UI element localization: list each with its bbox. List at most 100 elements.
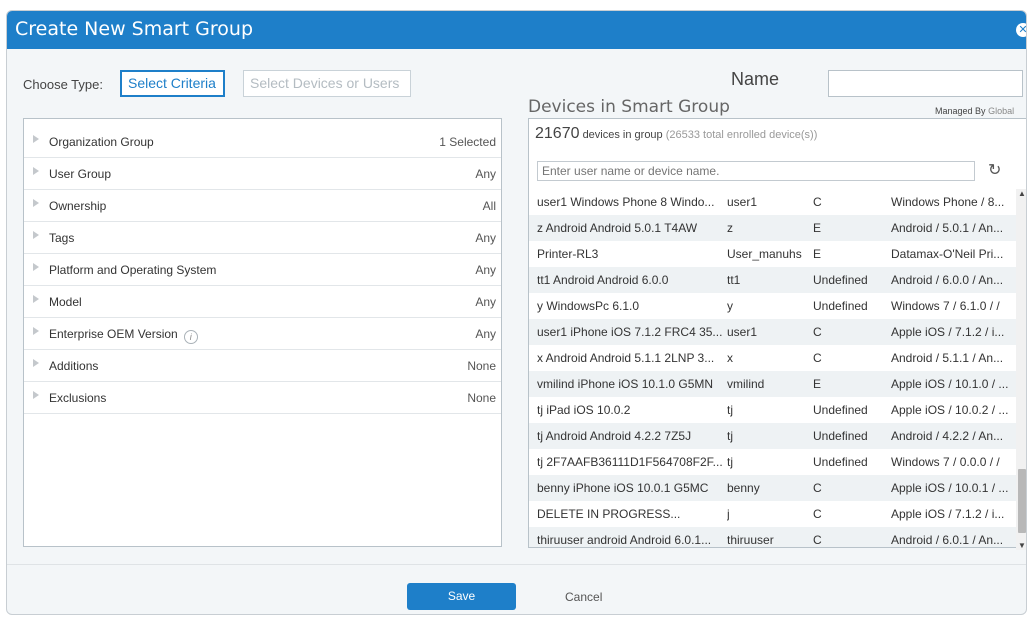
name-input[interactable]: [828, 70, 1023, 97]
total-enrolled-text: (26533 total enrolled device(s)): [665, 129, 818, 141]
criteria-value: 1 Selected: [439, 135, 496, 149]
device-row[interactable]: tt1 Android Android 6.0.0 tt1 Undefined And…: [529, 267, 1019, 293]
criteria-row-platform-os[interactable]: Platform and Operating System Any: [24, 254, 501, 286]
footer-divider: [7, 564, 1026, 565]
device-name: thiruuser android Android 6.0.1...: [537, 533, 712, 547]
device-name: x Android Android 5.1.1 2LNP 3...: [537, 351, 715, 365]
devices-panel-title: Devices in Smart Group: [528, 97, 730, 117]
device-row[interactable]: benny iPhone iOS 10.0.1 G5MC benny C Apple …: [529, 475, 1019, 501]
device-name: tt1 Android Android 6.0.0: [537, 273, 669, 287]
device-name: user1 iPhone iOS 7.1.2 FRC4 35...: [537, 325, 723, 339]
expand-arrow-icon: [33, 295, 39, 303]
device-row[interactable]: z Android Android 5.0.1 T4AW z E Android / …: [529, 215, 1019, 241]
device-list-scrollbar[interactable]: ▲ ▼: [1016, 189, 1026, 550]
device-user: y: [727, 299, 733, 313]
device-row[interactable]: x Android Android 5.1.1 2LNP 3... x C Andro…: [529, 345, 1019, 371]
select-devices-button[interactable]: Select Devices or Users: [243, 70, 411, 97]
criteria-label: Additions: [49, 359, 99, 373]
device-os: Windows Phone / 8...: [891, 195, 1005, 209]
device-row[interactable]: tj 2F7AAFB36111D1F564708F2F... tj Undefine…: [529, 449, 1019, 475]
device-os: Android / 5.1.1 / An...: [891, 351, 1004, 365]
device-row[interactable]: user1 iPhone iOS 7.1.2 FRC4 35... user1 C A…: [529, 319, 1019, 345]
refresh-icon[interactable]: ↻: [988, 160, 1001, 180]
device-os: Android / 6.0.0 / An...: [891, 273, 1004, 287]
device-row[interactable]: thiruuser android Android 6.0.1... thiruu…: [529, 527, 1019, 547]
device-ownership: C: [813, 351, 822, 365]
criteria-value: Any: [475, 231, 496, 245]
device-row[interactable]: tj iPad iOS 10.0.2 tj Undefined Apple iOS /…: [529, 397, 1019, 423]
device-name: user1 Windows Phone 8 Windo...: [537, 195, 715, 209]
device-user: tj: [727, 455, 733, 469]
device-name: tj Android Android 4.2.2 7Z5J: [537, 429, 692, 443]
criteria-value: Any: [475, 295, 496, 309]
criteria-row-additions[interactable]: Additions None: [24, 350, 501, 382]
device-ownership: C: [813, 507, 822, 521]
criteria-label: Model: [49, 295, 82, 309]
device-name: vmilind iPhone iOS 10.1.0 G5MN: [537, 377, 714, 391]
device-ownership: Undefined: [813, 299, 868, 313]
criteria-label: Tags: [49, 231, 75, 245]
criteria-label-text: Enterprise OEM Version: [49, 327, 178, 341]
info-icon[interactable]: i: [183, 330, 198, 344]
criteria-value: Any: [475, 167, 496, 181]
scroll-thumb[interactable]: [1018, 469, 1026, 533]
criteria-row-oem-version[interactable]: Enterprise OEM Version i Any: [24, 318, 501, 350]
criteria-row-user-group[interactable]: User Group Any: [24, 158, 501, 190]
criteria-value: Any: [475, 263, 496, 277]
dialog-title: Create New Smart Group: [15, 18, 254, 40]
device-ownership: E: [813, 247, 822, 261]
cancel-button[interactable]: Cancel: [565, 590, 602, 604]
device-os: Android / 4.2.2 / An...: [891, 429, 1004, 443]
device-search-input[interactable]: [537, 161, 975, 181]
managed-by-label: Managed By: [935, 106, 986, 116]
device-name: tj 2F7AAFB36111D1F564708F2F...: [537, 455, 723, 469]
criteria-label: User Group: [49, 167, 112, 181]
device-user: benny: [727, 481, 760, 495]
expand-arrow-icon: [33, 231, 39, 239]
device-count-line: 21670 devices in group (26533 total enro…: [535, 125, 817, 143]
device-os: Apple iOS / 7.1.2 / i...: [891, 325, 1005, 339]
device-user: vmilind: [727, 377, 765, 391]
device-row[interactable]: user1 Windows Phone 8 Windo... user1 C Wind…: [529, 189, 1019, 215]
scroll-up-arrow-icon[interactable]: ▲: [1018, 189, 1026, 198]
device-ownership: C: [813, 195, 822, 209]
criteria-row-ownership[interactable]: Ownership All: [24, 190, 501, 222]
device-name: tj iPad iOS 10.0.2: [537, 403, 631, 417]
device-user: x: [727, 351, 733, 365]
device-name: y WindowsPc 6.1.0: [537, 299, 640, 313]
name-label: Name: [731, 69, 780, 89]
device-ownership: Undefined: [813, 455, 868, 469]
expand-arrow-icon: [33, 359, 39, 367]
device-user: user1: [727, 325, 758, 339]
close-icon[interactable]: ✕: [1016, 23, 1026, 37]
device-os: Windows 7 / 0.0.0 / /: [891, 455, 1000, 469]
device-os: Datamax-O'Neil Pri...: [891, 247, 1004, 261]
device-row[interactable]: DELETE IN PROGRESS... j C Apple iOS / 7.1.2…: [529, 501, 1019, 527]
device-row[interactable]: Printer-RL3 User_manuhs E Datamax-O'Neil Pr…: [529, 241, 1019, 267]
device-row[interactable]: vmilind iPhone iOS 10.1.0 G5MN vmilind E Ap…: [529, 371, 1019, 397]
select-criteria-button[interactable]: Select Criteria: [120, 70, 225, 97]
expand-arrow-icon: [33, 135, 39, 143]
scroll-down-arrow-icon[interactable]: ▼: [1018, 541, 1026, 550]
choose-type-label: Choose Type:: [23, 77, 103, 92]
criteria-label: Ownership: [49, 199, 107, 213]
device-ownership: Undefined: [813, 273, 868, 287]
criteria-row-model[interactable]: Model Any: [24, 286, 501, 318]
criteria-label: Exclusions: [49, 391, 107, 405]
create-smart-group-dialog: Create New Smart Group ✕ Choose Type: Se…: [6, 10, 1027, 615]
device-ownership: C: [813, 533, 822, 547]
device-user: tj: [727, 403, 733, 417]
device-user: tt1: [727, 273, 741, 287]
expand-arrow-icon: [33, 327, 39, 335]
criteria-panel: Organization Group 1 Selected User Group…: [23, 118, 502, 547]
save-button[interactable]: Save: [407, 583, 516, 610]
criteria-row-tags[interactable]: Tags Any: [24, 222, 501, 254]
device-row[interactable]: tj Android Android 4.2.2 7Z5J tj Undefined…: [529, 423, 1019, 449]
device-user: tj: [727, 429, 733, 443]
criteria-label: Enterprise OEM Version i: [49, 327, 198, 344]
criteria-row-exclusions[interactable]: Exclusions None: [24, 382, 501, 414]
device-row[interactable]: y WindowsPc 6.1.0 y Undefined Windows 7 / 6…: [529, 293, 1019, 319]
device-ownership: C: [813, 481, 822, 495]
device-name: benny iPhone iOS 10.0.1 G5MC: [537, 481, 709, 495]
criteria-row-organization-group[interactable]: Organization Group 1 Selected: [24, 126, 501, 158]
